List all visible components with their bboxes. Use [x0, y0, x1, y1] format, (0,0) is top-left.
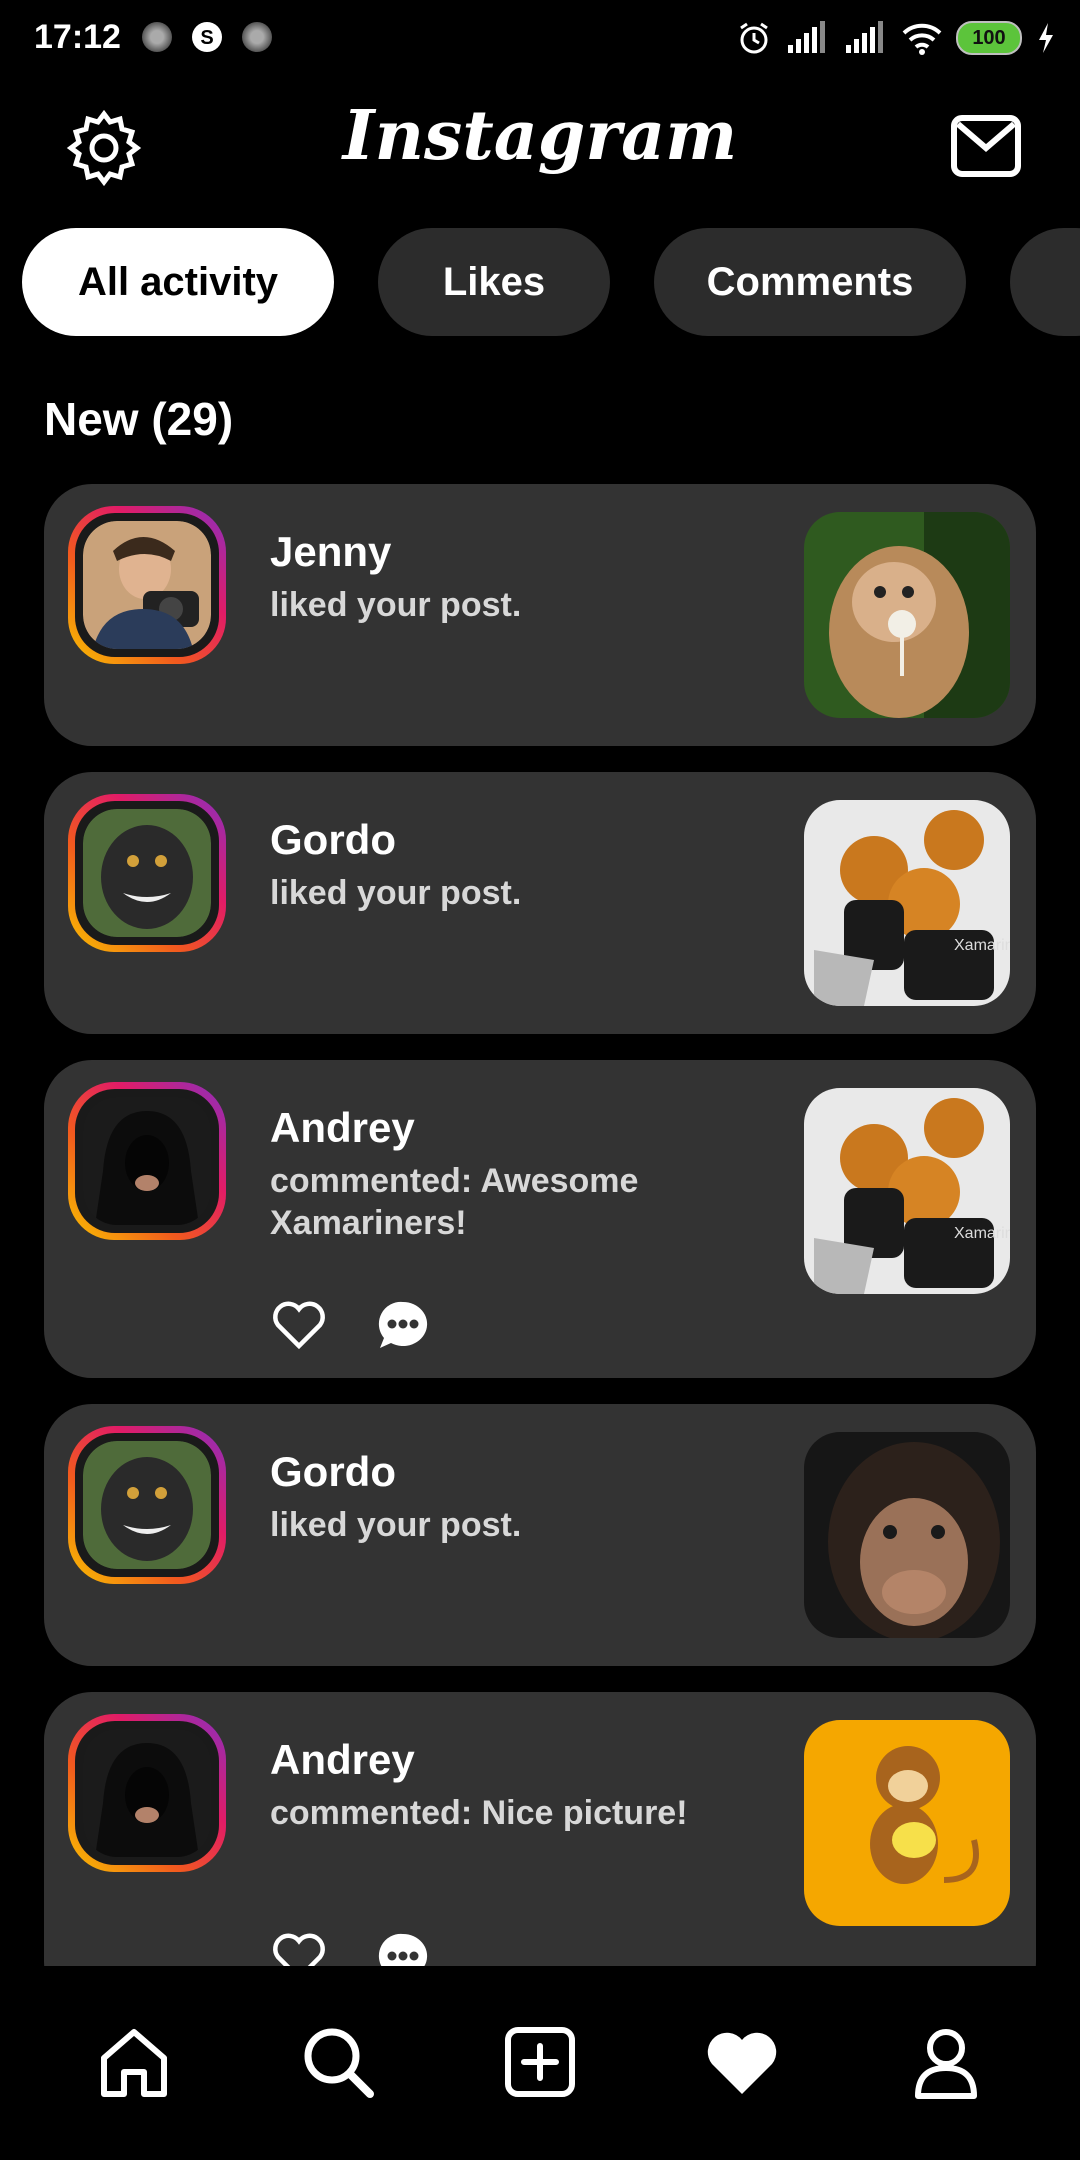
avatar-photo — [83, 1097, 211, 1225]
avatar-photo — [83, 809, 211, 937]
mail-icon[interactable] — [950, 110, 1022, 182]
thumbnail-label: Xamarin — [954, 937, 1010, 954]
avatar[interactable] — [68, 1714, 226, 1872]
home-icon[interactable] — [94, 2022, 174, 2102]
comment-actions — [270, 1296, 432, 1354]
activity-username[interactable]: Andrey — [270, 1736, 415, 1784]
avatar[interactable] — [68, 1082, 226, 1240]
activity-text: commented: Nice picture! — [270, 1794, 688, 1832]
app-logo: Instagram — [342, 96, 738, 176]
post-thumbnail[interactable]: Xamarin — [804, 1088, 1010, 1294]
alarm-icon — [740, 22, 768, 54]
activity-text: liked your post. — [270, 1506, 522, 1544]
charging-icon — [1039, 23, 1053, 53]
post-thumbnail[interactable] — [804, 1720, 1010, 1926]
activity-username[interactable]: Andrey — [270, 1104, 415, 1152]
activity-username[interactable]: Gordo — [270, 1448, 396, 1496]
tab-likes[interactable]: Likes — [378, 228, 610, 336]
activity-card[interactable]: Andrey commented: Awesome Xamariners! Xa… — [44, 1060, 1036, 1378]
status-bar: 17:12 S 100 — [0, 0, 1080, 76]
activity-card[interactable]: Andrey commented: Nice picture! — [44, 1692, 1036, 2010]
post-thumbnail[interactable] — [804, 1432, 1010, 1638]
activity-username[interactable]: Jenny — [270, 528, 391, 576]
avatar[interactable] — [68, 506, 226, 664]
activity-text: liked your post. — [270, 586, 522, 624]
avatar-photo — [83, 521, 211, 649]
search-icon[interactable] — [298, 2022, 378, 2102]
profile-icon[interactable] — [906, 2022, 986, 2102]
wifi-icon — [902, 23, 942, 55]
post-thumbnail[interactable]: Xamarin — [804, 800, 1010, 1006]
notification-icon — [242, 22, 272, 52]
activity-text: commented: Awesome Xamariners! — [270, 1162, 639, 1242]
activity-card[interactable]: Gordo liked your post. — [44, 1404, 1036, 1666]
status-time: 17:12 — [34, 18, 121, 56]
tab-more[interactable] — [1010, 228, 1080, 336]
signal-icon — [846, 21, 883, 53]
avatar[interactable] — [68, 1426, 226, 1584]
avatar[interactable] — [68, 794, 226, 952]
signal-icon — [788, 21, 825, 53]
tab-all-activity[interactable]: All activity — [22, 228, 334, 336]
heart-filled-icon[interactable] — [702, 2022, 782, 2102]
battery-icon: 100 — [956, 21, 1022, 55]
bottom-navigation — [0, 1966, 1080, 2160]
avatar-photo — [83, 1441, 211, 1569]
add-post-icon[interactable] — [500, 2022, 580, 2102]
notification-icon — [142, 22, 172, 52]
section-title: New (29) — [44, 393, 234, 445]
tab-comments[interactable]: Comments — [654, 228, 966, 336]
post-thumbnail[interactable] — [804, 512, 1010, 718]
s-app-icon: S — [192, 22, 222, 52]
svg-text:S: S — [200, 27, 213, 49]
app-header: Instagram — [0, 76, 1080, 206]
activity-text: liked your post. — [270, 874, 522, 912]
comment-icon[interactable] — [374, 1296, 432, 1354]
filter-tabs: All activity Likes Comments — [22, 228, 1080, 338]
activity-username[interactable]: Gordo — [270, 816, 396, 864]
activity-card[interactable]: Gordo liked your post. Xamarin — [44, 772, 1036, 1034]
thumbnail-label: Xamarin — [954, 1225, 1010, 1242]
avatar-photo — [83, 1729, 211, 1857]
heart-icon[interactable] — [270, 1296, 328, 1354]
activity-card[interactable]: Jenny liked your post. — [44, 484, 1036, 746]
